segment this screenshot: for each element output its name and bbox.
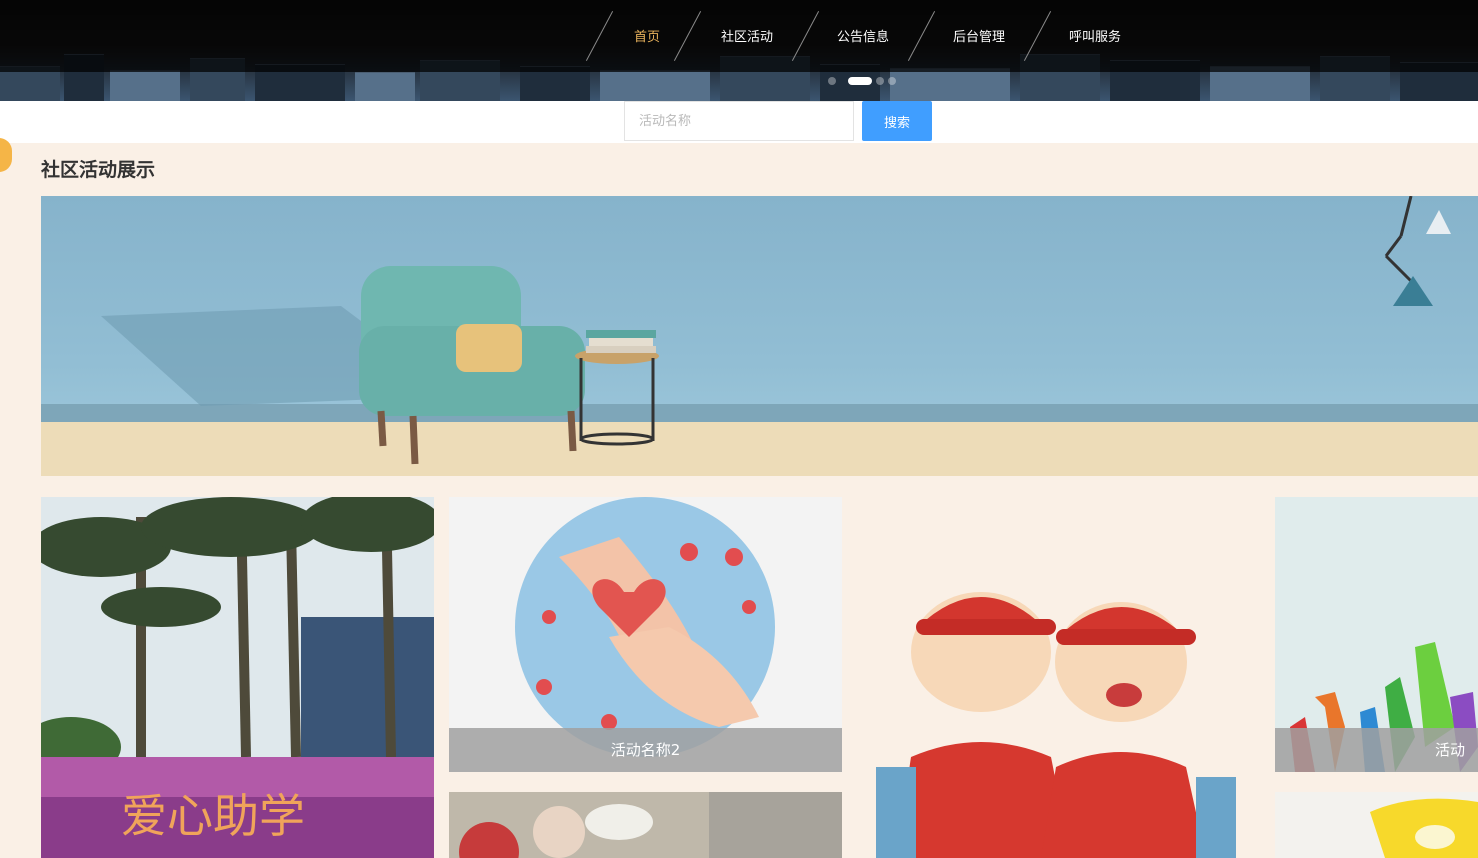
nav-item-call-service[interactable]: 呼叫服务 [1069,26,1121,45]
floating-side-button[interactable] [0,138,12,172]
search-button[interactable]: 搜索 [862,101,932,141]
palm-trees-photo-icon: 爱心助学 [41,497,434,858]
carousel-dot[interactable] [888,77,896,85]
carousel-dot[interactable] [828,77,836,85]
svg-text:爱心助学: 爱心助学 [121,789,305,843]
carousel-dot-active[interactable] [848,77,872,85]
chair-illustration-icon [101,196,1451,465]
search-input[interactable] [624,101,854,141]
activity-caption: 活动名 [1275,728,1478,772]
section-title: 社区活动展示 [41,159,156,181]
header-banner: 首页 社区活动 公告信息 后台管理 呼叫服务 [0,0,1478,101]
nav-item-announcements[interactable]: 公告信息 [837,26,889,45]
activity-card[interactable] [449,792,842,858]
nav-item-home[interactable]: 首页 [634,26,660,45]
nav-item-community-activities[interactable]: 社区活动 [721,26,773,45]
yellow-illustration-icon [1275,792,1478,858]
activity-card[interactable] [1275,792,1478,858]
activity-card[interactable]: 活动名称2 [449,497,842,772]
volunteers-illustration-icon [876,592,1236,858]
activity-card[interactable]: 活动名 [1275,497,1478,772]
people-photo-icon [449,792,842,858]
carousel-dot[interactable] [876,77,884,85]
activity-banner[interactable] [41,196,1478,476]
activity-card[interactable] [856,497,1260,858]
activity-caption: 活动名称2 [449,728,842,772]
nav-item-admin[interactable]: 后台管理 [953,26,1005,45]
activity-card[interactable]: 爱心助学 [41,497,434,858]
